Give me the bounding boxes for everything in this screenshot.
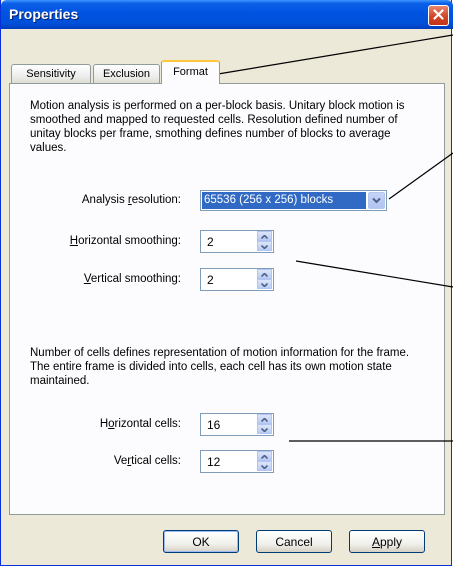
motion-analysis-description: Motion analysis is performed on a per-bl… — [30, 100, 405, 154]
horizontal-cells-label: Horizontal cells: — [99, 418, 181, 430]
vertical-cells-label: Vertical cells: — [113, 455, 181, 467]
analysis-resolution-select[interactable]: 65536 (256 x 256) blocks — [200, 190, 387, 211]
vertical-smoothing-down-button[interactable] — [257, 279, 272, 289]
horizontal-smoothing-down-button[interactable] — [257, 241, 272, 251]
vertical-smoothing-spinner — [200, 268, 274, 291]
apply-button[interactable]: Apply — [349, 530, 425, 553]
close-icon — [433, 8, 444, 23]
arrow-down-icon — [260, 460, 269, 472]
vertical-cells-down-button[interactable] — [257, 461, 272, 471]
vertical-smoothing-input[interactable] — [201, 269, 259, 290]
analysis-resolution-value: 65536 (256 x 256) blocks — [202, 192, 366, 209]
tab-format[interactable]: Format — [161, 60, 220, 84]
arrow-down-icon — [260, 240, 269, 252]
horizontal-smoothing-spinner — [200, 230, 274, 253]
vertical-cells-input[interactable] — [201, 451, 259, 472]
arrow-down-icon — [260, 278, 269, 290]
properties-dialog: Properties Sensitivity Exclusion Format … — [0, 0, 453, 566]
horizontal-smoothing-label: Horizontal smoothing: — [69, 235, 181, 247]
chevron-down-icon — [372, 195, 381, 207]
horizontal-smoothing-input[interactable] — [201, 231, 259, 252]
analysis-resolution-label: Analysis resolution: — [81, 194, 181, 206]
horizontal-cells-down-button[interactable] — [257, 424, 272, 434]
cancel-button[interactable]: Cancel — [256, 530, 332, 553]
vertical-cells-spinner — [200, 450, 274, 473]
tab-exclusion[interactable]: Exclusion — [93, 64, 160, 84]
close-button[interactable] — [428, 5, 449, 26]
tab-sensitivity[interactable]: Sensitivity — [11, 64, 91, 84]
vertical-smoothing-label: Vertical smoothing: — [83, 273, 181, 285]
horizontal-cells-input[interactable] — [201, 414, 259, 435]
arrow-down-icon — [260, 423, 269, 435]
title-bar[interactable]: Properties — [1, 0, 453, 29]
ok-button[interactable]: OK — [163, 530, 239, 553]
window-title: Properties — [9, 6, 79, 22]
cells-description: Number of cells defines representation o… — [30, 347, 410, 387]
dropdown-button[interactable] — [368, 192, 385, 209]
horizontal-cells-spinner — [200, 413, 274, 436]
